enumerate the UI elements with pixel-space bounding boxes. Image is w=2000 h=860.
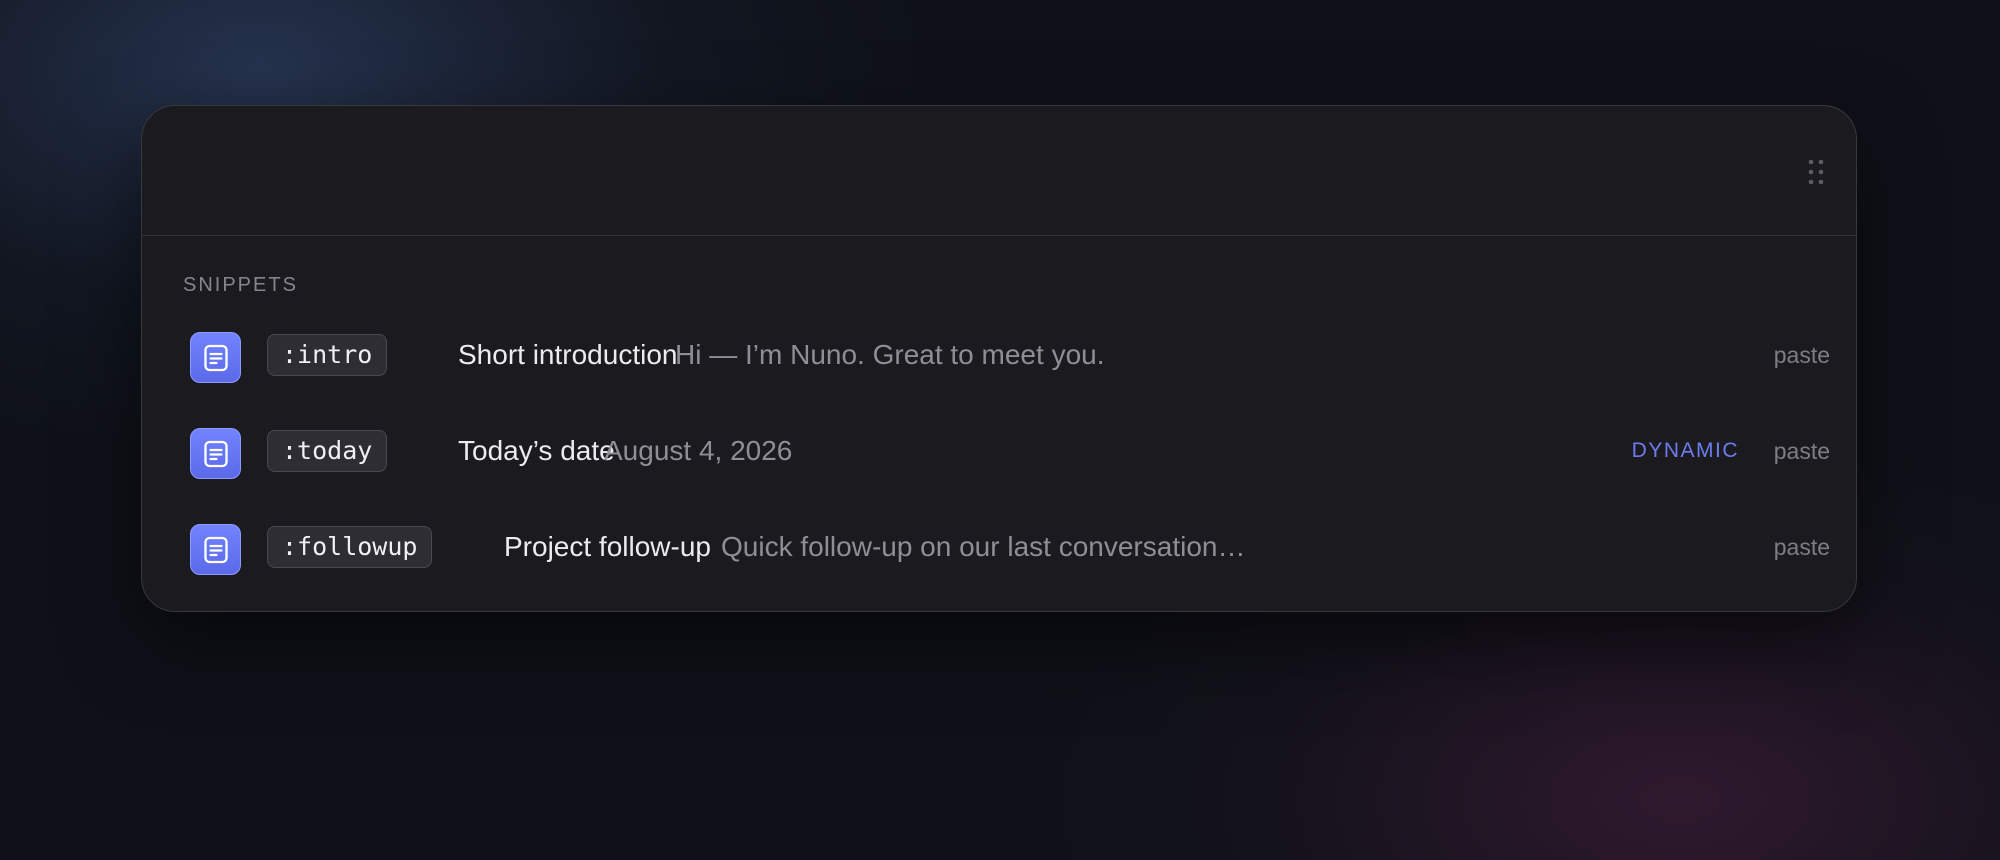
snippet-keyword: :followup: [267, 526, 433, 568]
snippet-title: Short introduction: [458, 339, 678, 370]
snippet-row-intro[interactable]: :intro Short introduction Hi — I’m Nuno.…: [170, 314, 1830, 394]
search-area: [142, 106, 1856, 236]
dynamic-badge: DYNAMIC: [1631, 439, 1739, 462]
search-input[interactable]: [182, 136, 1746, 208]
paste-action[interactable]: paste: [1774, 526, 1830, 568]
document-icon: [190, 524, 241, 575]
snippet-preview: Quick follow-up on our last conversation…: [721, 531, 1246, 562]
snippet-preview: August 4, 2026: [604, 435, 793, 466]
document-icon: [190, 332, 241, 383]
snippet-row-followup[interactable]: :followup Project follow-up Quick follow…: [170, 506, 1830, 586]
document-icon: [190, 428, 241, 479]
snippet-keyword: :intro: [267, 334, 388, 376]
snippet-preview: Hi — I’m Nuno. Great to meet you.: [675, 339, 1105, 370]
snippet-row-today[interactable]: :today Today’s date August 4, 2026 DYNAM…: [170, 410, 1830, 490]
paste-action[interactable]: paste: [1774, 430, 1830, 472]
snippet-title: Project follow-up: [504, 531, 711, 562]
paste-action[interactable]: paste: [1774, 334, 1830, 376]
drag-handle-icon[interactable]: [1806, 157, 1826, 187]
snippet-title: Today’s date: [458, 435, 615, 466]
section-label-snippets: SNIPPETS: [183, 274, 298, 296]
snippet-keyword: :today: [267, 430, 388, 472]
snippet-launcher-panel: SNIPPETS :intro Short introduction Hi — …: [141, 105, 1857, 612]
